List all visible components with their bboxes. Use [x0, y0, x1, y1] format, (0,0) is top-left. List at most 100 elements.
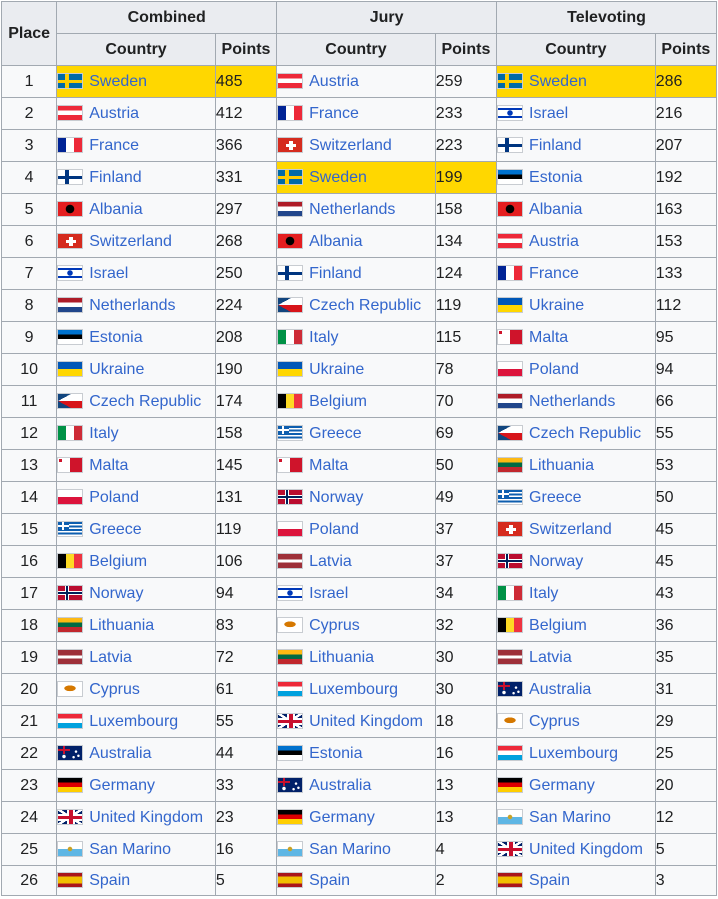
place-cell: 18 — [0, 609, 58, 642]
place-cell: 15 — [0, 513, 58, 546]
country-link[interactable]: Germany — [529, 777, 595, 794]
country-link[interactable]: Switzerland — [529, 521, 612, 538]
country-link[interactable]: Norway — [89, 585, 143, 602]
country-link[interactable]: Lithuania — [89, 617, 154, 634]
country-link[interactable]: Latvia — [529, 649, 572, 666]
televoting-points-cell: 5 — [654, 833, 718, 866]
country-link[interactable]: Ukraine — [529, 297, 584, 314]
country-link[interactable]: Germany — [89, 777, 155, 794]
country-link[interactable]: Belgium — [529, 617, 587, 634]
country-link[interactable]: Cyprus — [529, 713, 580, 730]
country-link[interactable]: Ukraine — [89, 361, 144, 378]
place-cell: 11 — [0, 385, 58, 418]
country-link[interactable]: Austria — [89, 105, 139, 122]
country-link[interactable]: Spain — [89, 872, 130, 889]
jury-country-cell: Cyprus — [276, 609, 436, 642]
country-link[interactable]: Netherlands — [89, 297, 175, 314]
country-link[interactable]: Belgium — [309, 393, 367, 410]
country-link[interactable]: Malta — [309, 457, 348, 474]
italy-flag-icon — [277, 328, 304, 345]
country-link[interactable]: Israel — [529, 105, 568, 122]
country-link[interactable]: Albania — [89, 201, 142, 218]
country-link[interactable]: Estonia — [89, 329, 142, 346]
country-link[interactable]: Finland — [309, 265, 361, 282]
lithuania-flag-icon — [57, 616, 84, 633]
country-link[interactable]: Latvia — [89, 649, 132, 666]
country-link[interactable]: Cyprus — [89, 681, 140, 698]
combined-country-cell: Poland — [56, 481, 216, 514]
country-link[interactable]: Spain — [309, 872, 350, 889]
country-link[interactable]: Switzerland — [89, 233, 172, 250]
country-link[interactable]: Netherlands — [529, 393, 615, 410]
country-link[interactable]: Italy — [309, 329, 338, 346]
country-link[interactable]: Switzerland — [309, 137, 392, 154]
country-link[interactable]: Belgium — [89, 553, 147, 570]
televoting-points-cell: 55 — [654, 417, 718, 450]
country-link[interactable]: Latvia — [309, 553, 352, 570]
country-link[interactable]: Malta — [89, 457, 128, 474]
country-link[interactable]: Luxembourg — [89, 713, 178, 730]
country-link[interactable]: Australia — [89, 745, 151, 762]
country-link[interactable]: Poland — [309, 521, 359, 538]
country-link[interactable]: Greece — [529, 489, 581, 506]
country-link[interactable]: Luxembourg — [529, 745, 618, 762]
country-link[interactable]: Albania — [309, 233, 362, 250]
country-link[interactable]: Cyprus — [309, 617, 360, 634]
combined-points-cell: 16 — [214, 833, 278, 866]
table-row: 15 Greece 119 Poland 37 Switzerland 45 — [0, 513, 718, 546]
jury-points-cell: 37 — [434, 545, 498, 578]
country-link[interactable]: Lithuania — [309, 649, 374, 666]
group-header-row: Place Combined Jury Televoting — [0, 1, 717, 66]
televoting-points-cell: 50 — [654, 481, 718, 514]
country-link[interactable]: Czech Republic — [89, 393, 201, 410]
country-link[interactable]: Australia — [529, 681, 591, 698]
country-link[interactable]: Czech Republic — [309, 297, 421, 314]
country-link[interactable]: Poland — [89, 489, 139, 506]
country-link[interactable]: Israel — [309, 585, 348, 602]
country-link[interactable]: Sweden — [309, 169, 367, 186]
country-link[interactable]: Israel — [89, 265, 128, 282]
country-link[interactable]: Greece — [309, 425, 361, 442]
country-link[interactable]: Netherlands — [309, 201, 395, 218]
country-link[interactable]: France — [309, 105, 359, 122]
country-link[interactable]: San Marino — [309, 841, 391, 858]
country-link[interactable]: Italy — [89, 425, 118, 442]
country-link[interactable]: Estonia — [529, 169, 582, 186]
country-link[interactable]: Estonia — [309, 745, 362, 762]
country-link[interactable]: Malta — [529, 329, 568, 346]
country-link[interactable]: Luxembourg — [309, 681, 398, 698]
country-link[interactable]: Austria — [309, 73, 359, 90]
country-link[interactable]: United Kingdom — [89, 809, 203, 826]
country-link[interactable]: France — [89, 137, 139, 154]
place-cell: 25 — [0, 833, 58, 866]
country-link[interactable]: Sweden — [529, 73, 587, 90]
country-link[interactable]: San Marino — [529, 809, 611, 826]
country-link[interactable]: Poland — [529, 361, 579, 378]
country-link[interactable]: United Kingdom — [309, 713, 423, 730]
country-link[interactable]: Germany — [309, 809, 375, 826]
jury-country-cell: Malta — [276, 449, 436, 482]
country-link[interactable]: Norway — [529, 553, 583, 570]
country-link[interactable]: Lithuania — [529, 457, 594, 474]
country-link[interactable]: Greece — [89, 521, 141, 538]
country-link[interactable]: United Kingdom — [529, 841, 643, 858]
country-link[interactable]: Czech Republic — [529, 425, 641, 442]
combined-country-cell: Ukraine — [56, 353, 216, 386]
country-link[interactable]: Sweden — [89, 73, 147, 90]
country-link[interactable]: Austria — [529, 233, 579, 250]
country-link[interactable]: Italy — [529, 585, 558, 602]
country-link[interactable]: Australia — [309, 777, 371, 794]
finland-flag-icon — [277, 264, 304, 281]
country-link[interactable]: Albania — [529, 201, 582, 218]
country-link[interactable]: San Marino — [89, 841, 171, 858]
country-link[interactable]: France — [529, 265, 579, 282]
jury-country-cell: Luxembourg — [276, 673, 436, 706]
country-link[interactable]: Spain — [529, 872, 570, 889]
country-link[interactable]: Norway — [309, 489, 363, 506]
table-row: 21 Luxembourg 55 United Kingdom 18 Cyprus 29 — [0, 705, 718, 738]
country-link[interactable]: Finland — [529, 137, 581, 154]
country-link[interactable]: Finland — [89, 169, 141, 186]
country-link[interactable]: Ukraine — [309, 361, 364, 378]
czech-flag-icon — [277, 296, 304, 313]
combined-points-cell: 55 — [214, 705, 278, 738]
